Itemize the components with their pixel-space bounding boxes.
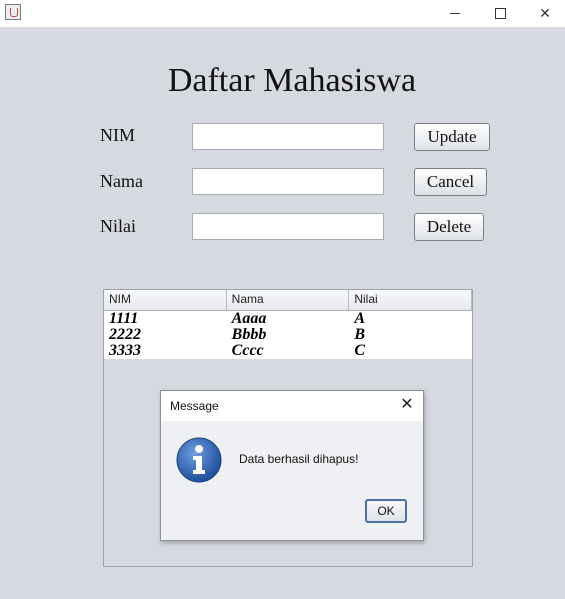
cell-nama: Aaaa xyxy=(231,310,267,327)
nama-field[interactable] xyxy=(192,168,384,195)
message-dialog: Message ✕ Data berhasil dihapus! OK xyxy=(160,390,424,541)
column-header-nama[interactable]: Nama xyxy=(227,290,350,310)
nilai-field[interactable] xyxy=(192,213,384,240)
table-row[interactable]: 1111 Aaaa A xyxy=(104,311,472,327)
minimize-button[interactable] xyxy=(432,0,478,27)
cell-nim: 1111 xyxy=(109,310,139,327)
java-app-icon xyxy=(5,4,21,20)
column-header-nim[interactable]: NIM xyxy=(104,290,227,310)
cell-nim: 2222 xyxy=(109,326,141,343)
info-icon xyxy=(176,437,222,483)
cell-nilai: A xyxy=(354,310,366,327)
page-title: Daftar Mahasiswa xyxy=(167,62,417,99)
dialog-title: Message xyxy=(170,399,219,413)
nilai-label: Nilai xyxy=(100,216,136,236)
maximize-button[interactable] xyxy=(477,0,523,27)
main-panel: Daftar Mahasiswa NIM Update Nama Cancel … xyxy=(0,27,565,599)
cancel-button[interactable]: Cancel xyxy=(414,168,487,196)
minimize-icon xyxy=(450,13,460,14)
ok-button[interactable]: OK xyxy=(365,499,407,523)
close-button[interactable]: ✕ xyxy=(522,0,565,27)
table-row[interactable]: 2222 Bbbb B xyxy=(104,327,472,343)
table-header: NIM Nama Nilai xyxy=(104,290,473,311)
cell-nama: Bbbb xyxy=(231,326,267,343)
cell-nilai: C xyxy=(354,342,366,359)
delete-button[interactable]: Delete xyxy=(414,213,484,241)
nim-label: NIM xyxy=(100,125,135,145)
maximize-icon xyxy=(494,8,506,19)
dialog-titlebar: Message ✕ xyxy=(161,391,423,421)
nama-label: Nama xyxy=(100,171,143,191)
table-body: 1111 Aaaa A 2222 Bbbb B 3333 Cccc C xyxy=(104,311,472,359)
window-titlebar: ✕ xyxy=(0,0,565,27)
column-header-nilai[interactable]: Nilai xyxy=(349,290,473,310)
cell-nama: Cccc xyxy=(231,342,264,359)
cell-nilai: B xyxy=(354,326,366,343)
cell-nim: 3333 xyxy=(109,342,141,359)
update-button[interactable]: Update xyxy=(414,123,490,151)
close-icon: ✕ xyxy=(539,5,551,21)
nim-field[interactable] xyxy=(192,123,384,150)
dialog-close-button[interactable]: ✕ xyxy=(399,397,415,413)
dialog-message: Data berhasil dihapus! xyxy=(239,452,359,466)
table-row[interactable]: 3333 Cccc C xyxy=(104,343,472,359)
